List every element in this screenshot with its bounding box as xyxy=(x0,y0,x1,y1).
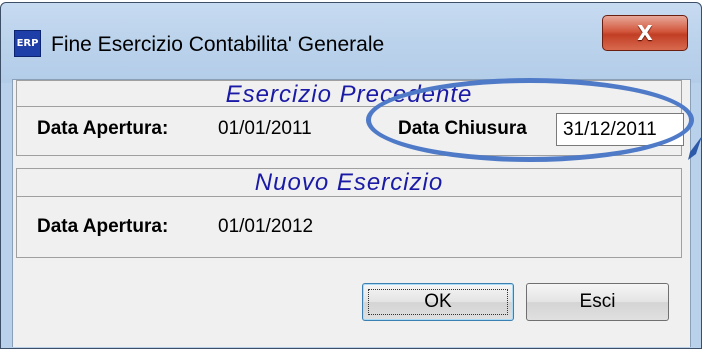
section-header-nuovo-esercizio: Nuovo Esercizio xyxy=(16,168,682,197)
title-bar[interactable]: ERP Fine Esercizio Contabilita' Generale… xyxy=(1,3,701,83)
focus-rectangle xyxy=(368,289,508,315)
data-apertura-label: Data Apertura: xyxy=(37,118,169,139)
erp-app-icon: ERP xyxy=(14,30,41,57)
esci-button[interactable]: Esci xyxy=(526,283,669,321)
window-title: Fine Esercizio Contabilita' Generale xyxy=(51,33,385,56)
close-button[interactable]: X xyxy=(602,15,688,51)
ok-button[interactable]: OK xyxy=(362,283,514,321)
data-chiusura-input[interactable] xyxy=(556,113,684,146)
data-chiusura-label: Data Chiusura xyxy=(398,118,527,139)
section-header-esercizio-precedente: Esercizio Precedente xyxy=(16,80,682,109)
data-apertura-value: 01/01/2011 xyxy=(218,118,312,139)
nuovo-data-apertura-value: 01/01/2012 xyxy=(218,216,314,237)
nuovo-data-apertura-label: Data Apertura: xyxy=(37,216,169,237)
esci-button-label: Esci xyxy=(579,291,616,312)
